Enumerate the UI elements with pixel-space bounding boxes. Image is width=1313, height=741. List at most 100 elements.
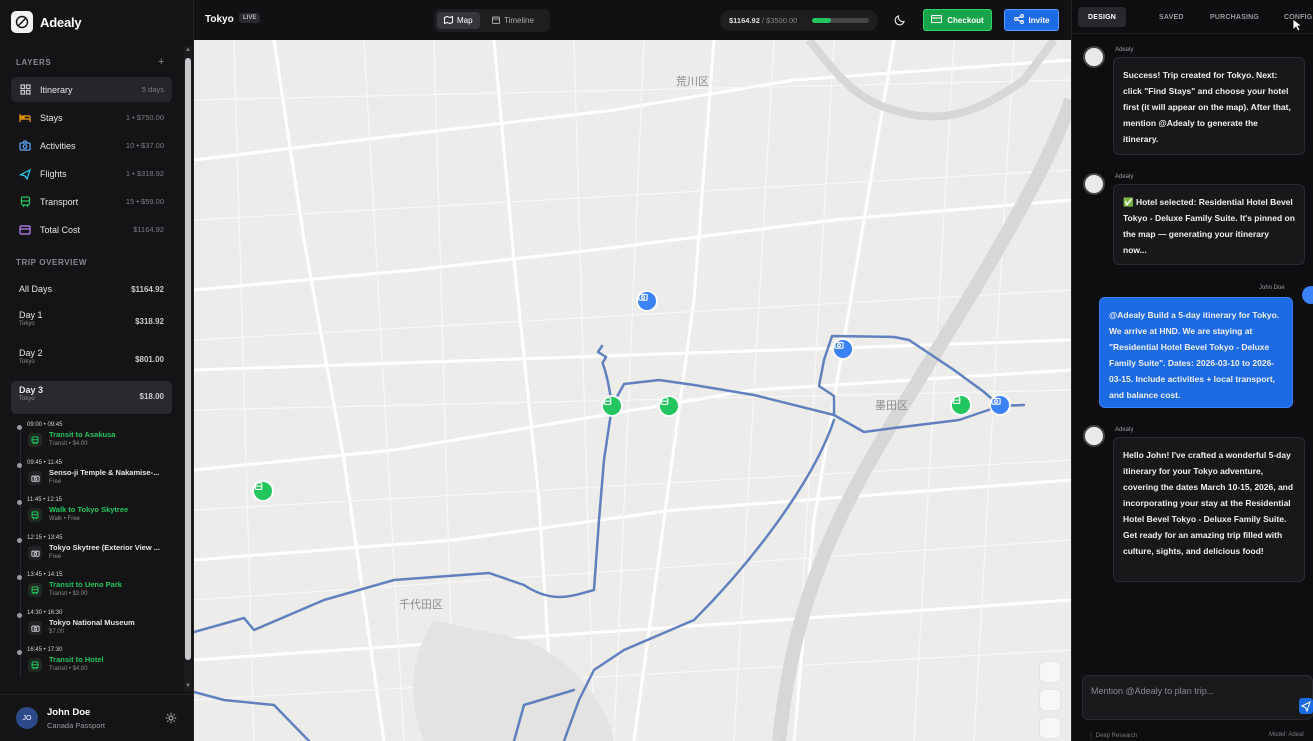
timeline-time: 14:30 • 16:30 — [27, 610, 63, 616]
layer-total-cost[interactable]: Total Cost $1164.92 — [11, 217, 172, 242]
timeline-time: 13:45 • 14:15 — [27, 572, 63, 578]
adealy-avatar — [1083, 425, 1105, 447]
timeline-item[interactable]: 14:30 • 16:30 Tokyo National Museum $7.0… — [17, 610, 177, 646]
layer-meta: 1 • $750.00 — [125, 113, 164, 122]
timeline-name: Senso-ji Temple & Nakamise-... — [49, 468, 160, 477]
timeline-time: 09:45 • 11:45 — [27, 460, 63, 466]
timeline-name: Transit to Asakusa — [49, 430, 116, 439]
deep-research-label: Deep Research — [1095, 733, 1138, 739]
transport-pin[interactable] — [660, 397, 678, 415]
timeline-item[interactable]: 13:45 • 14:15 Transit to Ueno Park Trans… — [17, 572, 177, 608]
budget-meter: $1164.92 / $3500.00 — [720, 10, 878, 31]
moon-icon[interactable] — [894, 13, 906, 31]
checkout-label: Checkout — [947, 15, 984, 25]
day-all[interactable]: All Days $1164.92 — [11, 277, 172, 302]
layer-stays[interactable]: Stays 1 • $750.00 — [11, 105, 172, 130]
day-3[interactable]: Day 3 Tokyo $18.00 — [11, 381, 172, 414]
camera-icon — [28, 621, 42, 635]
scroll-down-icon[interactable]: ▼ — [185, 683, 191, 689]
day-1[interactable]: Day 1 Tokyo $318.92 — [11, 306, 172, 339]
timeline-sub: $7.00 — [49, 629, 65, 635]
layer-meta: 10 • $37.00 — [125, 141, 164, 150]
camera-icon — [28, 471, 42, 485]
wallet-icon — [19, 224, 31, 236]
activity-pin[interactable] — [638, 292, 656, 310]
layer-meta: $1164.92 — [133, 225, 164, 234]
model-label: Model: Adeal — [1269, 732, 1304, 738]
timeline-dot — [17, 500, 22, 505]
bed-icon — [19, 112, 31, 124]
map-zoom-in-button[interactable] — [1040, 662, 1060, 682]
timeline-sub: Transit • $4.00 — [49, 441, 88, 447]
timeline-item[interactable]: 09:00 • 09:45 Transit to Asakusa Transit… — [17, 422, 177, 458]
activity-pin[interactable] — [991, 396, 1009, 414]
deep-research-toggle[interactable]: ⋮ Deep Research — [1088, 732, 1137, 739]
timeline-name: Tokyo Skytree (Exterior View ... — [49, 543, 161, 552]
sidebar-scrollbar[interactable]: ▲ ▼ — [184, 46, 192, 692]
timeline-time: 12:15 • 13:45 — [27, 535, 63, 541]
budget-spent: $1164.92 — [729, 16, 760, 25]
timeline-item[interactable]: 16:45 • 17:30 Transit to Hotel Transit •… — [17, 647, 177, 683]
checkout-button[interactable]: Checkout — [923, 9, 992, 31]
timeline-dot — [17, 463, 22, 468]
transport-pin[interactable] — [254, 482, 272, 500]
timeline-name: Walk to Tokyo Skytree — [49, 505, 129, 514]
gear-icon[interactable] — [165, 711, 177, 729]
layer-label: Transport — [40, 196, 79, 207]
layer-transport[interactable]: Transport 15 • $59.00 — [11, 189, 172, 214]
transport-pin[interactable] — [603, 397, 621, 415]
map-icon — [444, 15, 453, 26]
day-2[interactable]: Day 2 Tokyo $801.00 — [11, 344, 172, 377]
assistant-message: ✅ Hotel selected: Residential Hotel Beve… — [1113, 184, 1305, 265]
map-zoom-out-button[interactable] — [1040, 690, 1060, 710]
timeline-view-button[interactable]: Timeline — [485, 12, 541, 29]
chat-input[interactable] — [1091, 686, 1291, 696]
layer-meta: 5 days — [141, 85, 164, 94]
layer-meta: 15 • $59.00 — [125, 197, 164, 206]
user-message: @Adealy Build a 5-day itinerary for Toky… — [1099, 297, 1293, 408]
user-name: John Doe — [47, 707, 91, 718]
train-icon — [28, 433, 42, 447]
budget-bar-fill — [812, 18, 831, 23]
layer-flights[interactable]: Flights 1 • $318.92 — [11, 161, 172, 186]
timeline-item[interactable]: 09:45 • 11:45 Senso-ji Temple & Nakamise… — [17, 460, 177, 496]
scrollbar-thumb[interactable] — [185, 58, 191, 660]
view-toggle: Map Timeline — [434, 9, 550, 32]
activity-pin[interactable] — [834, 340, 852, 358]
map-label-chiyoda: 千代田区 — [399, 598, 443, 611]
add-layer-button[interactable]: + — [158, 56, 164, 68]
trip-map[interactable]: 荒川区 墨田区 千代田区 — [194, 40, 1071, 741]
brand[interactable]: Adealy — [11, 11, 82, 33]
day-cost: $1164.92 — [131, 285, 164, 294]
timeline-item[interactable]: 11:45 • 12:15 Walk to Tokyo Skytree Walk… — [17, 497, 177, 533]
invite-button[interactable]: Invite — [1004, 9, 1059, 31]
layer-label: Activities — [40, 140, 76, 151]
scroll-up-icon[interactable]: ▲ — [185, 47, 191, 53]
timeline-dot — [17, 575, 22, 580]
avatar: JO — [16, 707, 38, 729]
invite-label: Invite — [1028, 15, 1050, 25]
layer-itinerary[interactable]: Itinerary 5 days — [11, 77, 172, 102]
tab-design[interactable]: DESIGN — [1078, 7, 1127, 27]
share-icon — [1013, 14, 1024, 26]
timeline-item[interactable]: 12:15 • 13:45 Tokyo Skytree (Exterior Vi… — [17, 535, 177, 571]
map-locate-button[interactable] — [1040, 718, 1060, 738]
timeline-sub: Transit • $4.00 — [49, 666, 88, 672]
timeline-time: 11:45 • 12:15 — [27, 497, 63, 503]
timeline-dot — [17, 613, 22, 618]
transport-pin[interactable] — [952, 396, 970, 414]
timeline-name: Transit to Ueno Park — [49, 580, 122, 589]
mouse-cursor-icon — [1292, 18, 1304, 37]
timeline-name: Tokyo National Museum — [49, 618, 135, 627]
user-profile[interactable]: JO John Doe Canada Passport — [0, 694, 194, 741]
send-button[interactable] — [1299, 698, 1313, 714]
timeline-name: Transit to Hotel — [49, 655, 104, 664]
tab-purchasing[interactable]: PURCHASING — [1200, 7, 1269, 27]
timeline-sub: Free — [49, 554, 62, 560]
calendar-icon — [492, 16, 500, 26]
timeline-sub: Transit • $3.00 — [49, 591, 88, 597]
layer-label: Flights — [40, 168, 67, 179]
tab-saved[interactable]: SAVED — [1149, 7, 1194, 27]
map-view-button[interactable]: Map — [437, 12, 480, 29]
layer-activities[interactable]: Activities 10 • $37.00 — [11, 133, 172, 158]
